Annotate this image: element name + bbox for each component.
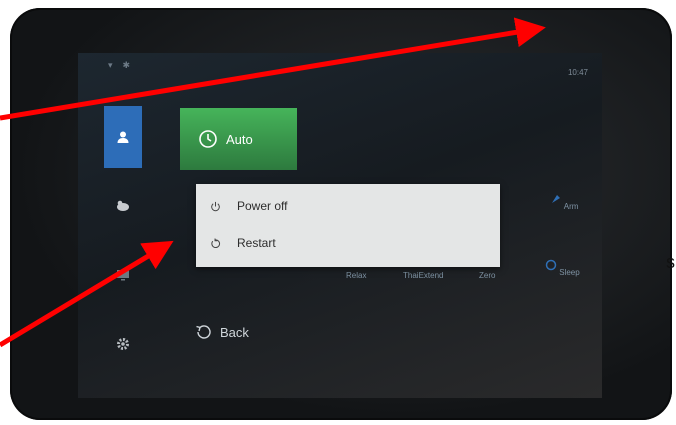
mode-zero[interactable]: Zero (479, 271, 495, 280)
mode-thaiextend[interactable]: ThaiExtend (403, 271, 443, 280)
clock: 10:47 (567, 68, 588, 77)
auto-mode-button[interactable]: Auto (180, 108, 297, 170)
monitor-icon (117, 270, 129, 281)
status-bar: ▾ ✱ 10:47 (78, 53, 602, 77)
auto-label: Auto (226, 131, 253, 147)
power-off-item[interactable]: Power off (196, 189, 500, 223)
sidebar-item-display[interactable] (104, 244, 142, 306)
sidebar-item-massage[interactable] (104, 175, 142, 237)
annotation-text: s (666, 252, 675, 272)
mode-arm[interactable]: Arm (550, 193, 578, 211)
power-off-label: Power off (237, 199, 288, 213)
power-dialog: Power off Restart (196, 184, 500, 267)
auto-clock-icon (199, 130, 217, 148)
arm-icon (552, 195, 560, 203)
mode-relax[interactable]: Relax (346, 271, 366, 280)
sidebar-item-settings[interactable] (104, 313, 142, 375)
restart-icon (211, 237, 221, 248)
restart-label: Restart (237, 236, 276, 250)
sidebar-item-user[interactable] (104, 106, 142, 168)
wifi-icon: ▾ (108, 60, 113, 70)
mode-sleep[interactable]: Sleep (545, 259, 580, 277)
back-label: Back (220, 324, 249, 340)
power-icon (211, 201, 220, 211)
gear-icon (117, 338, 129, 350)
bluetooth-icon: ✱ (122, 60, 131, 70)
back-arrow-icon (196, 325, 211, 339)
back-button[interactable]: Back (194, 323, 249, 341)
restart-item[interactable]: Restart (196, 226, 500, 260)
massage-icon (117, 200, 129, 211)
user-icon (117, 131, 129, 143)
moon-icon (545, 259, 557, 271)
